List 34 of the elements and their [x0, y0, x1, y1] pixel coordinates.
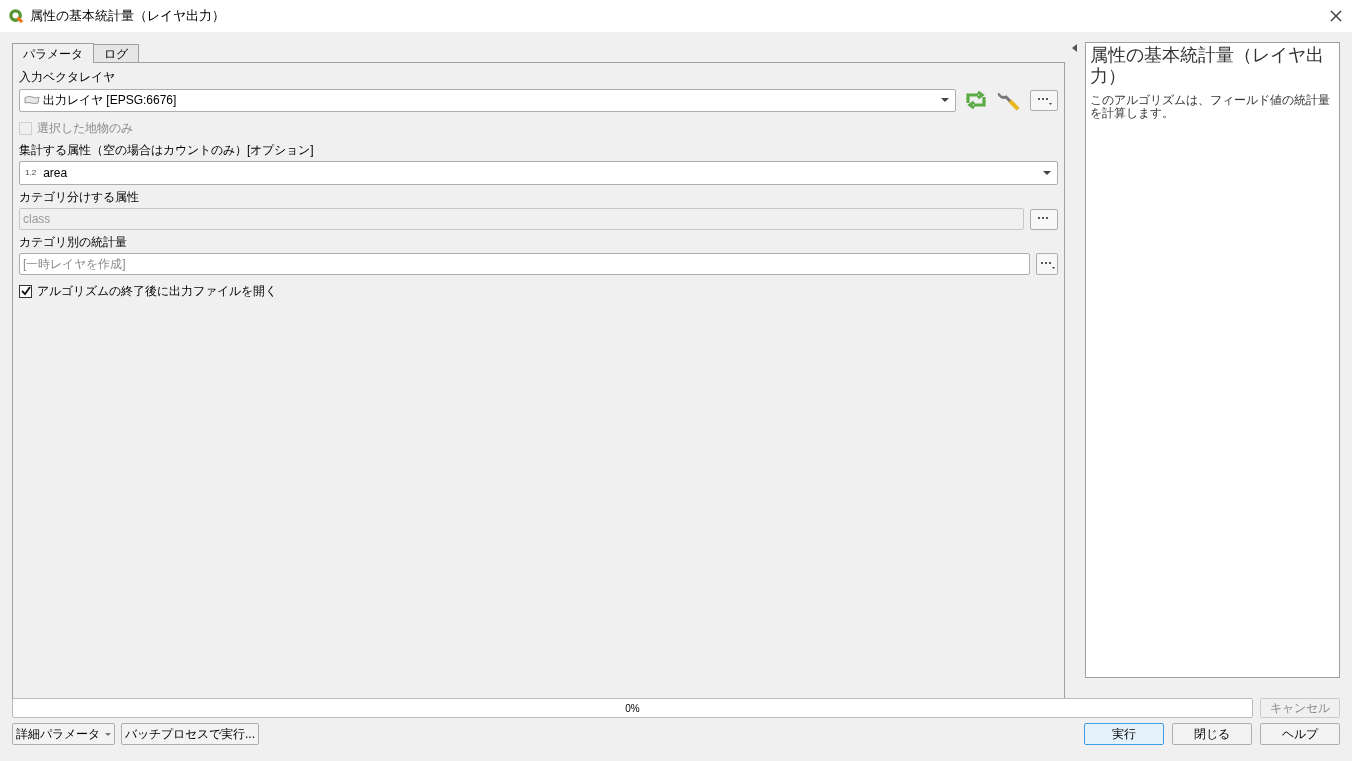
button[interactable]: 閉じる — [1172, 723, 1252, 745]
button[interactable]: バッチプロセスで実行... — [121, 723, 259, 745]
dropdown-caret-icon — [105, 732, 111, 736]
field-label: カテゴリ分けする属性 — [19, 189, 140, 206]
dropdown-caret-icon — [940, 98, 949, 102]
collapse-arrow-icon[interactable] — [1072, 44, 1078, 52]
checkbox[interactable] — [19, 284, 32, 298]
field-label: 入力ベクタレイヤ — [19, 69, 116, 86]
checkbox-label: 選択した地物のみ — [37, 120, 133, 137]
progress-reading: 0% — [625, 701, 640, 716]
checkbox-label: アルゴリズムの終了後に出力ファイルを開く — [37, 283, 277, 300]
dropdown-button[interactable]: 詳細パラメータ — [12, 723, 115, 745]
help-title: 属性の基本統計量（レイヤ出力） — [1089, 45, 1325, 87]
more-button[interactable] — [1029, 89, 1058, 111]
output-field[interactable]: [一時レイヤを作成] — [19, 253, 1030, 275]
field-label: カテゴリ別の統計量 — [19, 234, 128, 251]
field-label: 集計する属性（空の場合はカウントのみ）[オプション] — [19, 142, 315, 159]
more-dots-icon — [1038, 259, 1055, 269]
dropdown-caret-icon — [1042, 171, 1051, 175]
button[interactable]: 実行 — [1084, 723, 1164, 745]
layer-dropdown[interactable]: 出力レイヤ [EPSG:6676] — [19, 88, 956, 112]
help-text: このアルゴリズムは、フィールド値の統計量を計算します。 — [1089, 94, 1331, 120]
field-type-tag: 1.2 — [25, 167, 37, 179]
field-dropdown[interactable]: 1.2 area — [19, 161, 1058, 185]
more-button[interactable] — [1035, 253, 1058, 275]
window-title: 属性の基本統計量（レイヤ出力） — [30, 7, 225, 26]
button[interactable]: ヘルプ — [1260, 723, 1340, 745]
more-dots-icon — [1035, 95, 1052, 105]
close-icon[interactable] — [1330, 10, 1342, 22]
polygon-layer-icon — [24, 95, 40, 105]
refresh-icon[interactable] — [963, 90, 988, 110]
tab[interactable]: パラメータ — [12, 43, 94, 63]
tab[interactable]: ログ — [94, 44, 139, 62]
app-logo-icon — [9, 8, 24, 24]
